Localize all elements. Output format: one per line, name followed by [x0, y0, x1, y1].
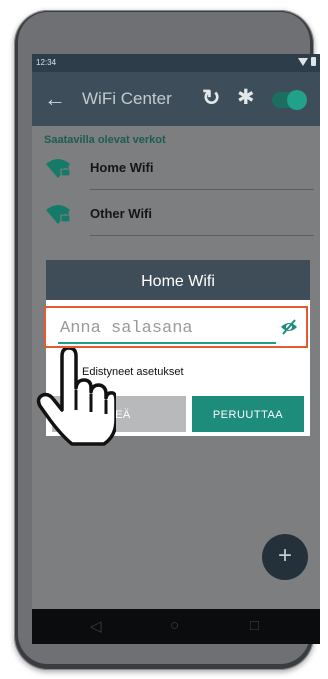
network-label: Home Wifi — [90, 160, 154, 175]
password-field-highlight — [44, 306, 308, 348]
signal-icon — [298, 57, 308, 66]
network-label: Other Wifi — [90, 206, 152, 221]
toggle-knob — [287, 90, 307, 110]
refresh-icon[interactable]: ↻ — [202, 85, 220, 111]
wifi-locked-icon — [46, 205, 71, 224]
list-item-home-wifi[interactable]: Home Wifi — [44, 150, 314, 190]
nav-home-icon[interactable]: ○ — [170, 617, 179, 634]
divider — [90, 189, 314, 190]
wifi-toggle[interactable] — [272, 90, 307, 110]
cancel-button[interactable]: PERUUTTAA — [192, 396, 304, 432]
hand-pointer-icon — [36, 348, 116, 446]
nav-back-icon[interactable]: ◁ — [90, 617, 102, 635]
networks-section-label: Saatavilla olevat verkot — [44, 134, 166, 146]
arrow-left-icon[interactable]: ← — [44, 86, 66, 112]
divider — [90, 235, 314, 236]
battery-icon — [311, 57, 316, 66]
password-input[interactable] — [58, 314, 276, 344]
eye-off-icon[interactable] — [280, 319, 298, 335]
status-icons — [298, 57, 316, 66]
system-nav-bar: ◁ ○ □ — [32, 609, 320, 644]
status-bar: 12:34 — [32, 54, 320, 72]
app-title: WiFi Center — [82, 89, 172, 108]
dialog-title: Home Wifi — [46, 260, 310, 300]
app-bar: ← WiFi Center ↻ ✱ — [32, 72, 320, 126]
gear-icon[interactable]: ✱ — [237, 85, 255, 110]
nav-recents-icon[interactable]: □ — [250, 617, 259, 634]
status-time: 12:34 — [36, 58, 57, 67]
add-button[interactable]: + — [262, 534, 308, 580]
wifi-locked-icon — [46, 159, 71, 178]
list-item-other-wifi[interactable]: Other Wifi — [44, 196, 314, 236]
